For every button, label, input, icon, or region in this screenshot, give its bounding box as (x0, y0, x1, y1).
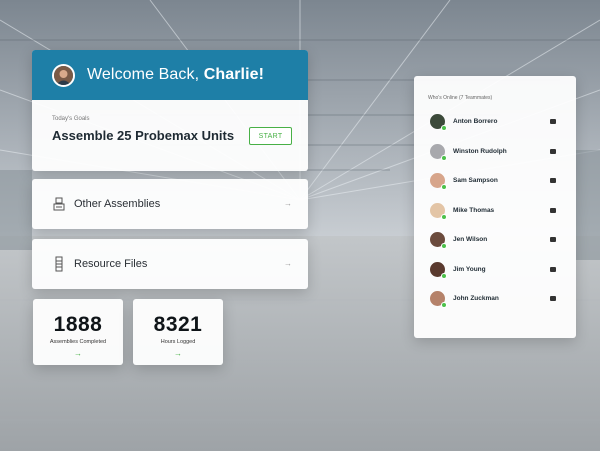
goals-section: Today's Goals Assemble 25 Probemax Units… (32, 100, 308, 145)
member-name: Winston Rudolph (453, 147, 507, 155)
arrow-right-icon: → (284, 259, 292, 268)
online-status-icon (441, 243, 447, 250)
online-status-icon (441, 302, 447, 309)
chat-icon[interactable] (550, 266, 556, 272)
chat-icon[interactable] (550, 178, 556, 183)
assembly-icon (52, 196, 66, 212)
arrow-right-icon: → (74, 349, 82, 358)
chat-icon[interactable] (550, 148, 556, 154)
list-item[interactable]: Sam Sampson (414, 166, 576, 196)
start-button[interactable]: START (249, 127, 292, 145)
goals-label: Today's Goals (52, 116, 90, 122)
welcome-title: Welcome Back, Charlie! (87, 66, 264, 84)
arrow-right-icon: → (284, 199, 292, 208)
chat-icon[interactable] (550, 237, 556, 242)
member-avatar (430, 114, 447, 132)
list-item[interactable]: Jim Young (414, 255, 576, 285)
online-status-icon (441, 272, 447, 279)
stat-card-hours[interactable]: 8321 Hours Logged → (133, 299, 223, 365)
member-list: Anton Borrero Winston Rudolph Sam Sampso… (414, 107, 576, 314)
stat-value: 1888 (53, 313, 103, 336)
user-avatar[interactable] (52, 63, 75, 87)
list-item[interactable]: Mike Thomas (414, 196, 576, 226)
user-avatar-icon (54, 65, 73, 85)
stat-value: 8321 (153, 313, 203, 336)
resource-files-card[interactable]: Resource Files → (32, 239, 308, 289)
chat-icon[interactable] (550, 296, 556, 301)
member-avatar (430, 261, 447, 279)
welcome-greeting: Welcome Back, (87, 66, 200, 83)
welcome-header: Welcome Back, Charlie! (32, 50, 308, 100)
online-status-icon (441, 154, 447, 161)
user-name: Charlie! (203, 66, 265, 83)
other-assemblies-card[interactable]: Other Assemblies → (32, 179, 308, 229)
member-avatar (430, 232, 447, 250)
member-avatar (430, 291, 447, 309)
member-avatar (430, 143, 447, 161)
member-name: Jim Young (453, 265, 486, 273)
member-name: John Zuckman (453, 295, 499, 303)
arrow-right-icon: → (174, 349, 182, 358)
chat-icon[interactable] (550, 119, 556, 124)
member-name: Anton Borrero (453, 118, 498, 126)
whos-online-panel: Who's Online (7 Teammates) Anton Borrero… (414, 76, 576, 338)
stat-caption: Hours Logged (160, 339, 196, 345)
list-item[interactable]: Winston Rudolph (414, 137, 576, 167)
member-avatar (430, 173, 447, 191)
member-avatar (430, 202, 447, 220)
whos-online-title: Who's Online (7 Teammates) (428, 95, 493, 101)
files-icon (52, 256, 66, 272)
chat-icon[interactable] (550, 207, 556, 213)
list-item[interactable]: Anton Borrero (414, 107, 576, 137)
other-assemblies-label: Other Assemblies (74, 198, 161, 210)
member-name: Mike Thomas (453, 206, 495, 214)
resource-files-label: Resource Files (74, 258, 148, 270)
stat-card-assemblies[interactable]: 1888 Assemblies Completed → (33, 299, 123, 365)
list-item[interactable]: Jen Wilson (414, 225, 576, 255)
member-name: Sam Sampson (453, 177, 498, 185)
online-status-icon (441, 213, 447, 220)
online-status-icon (441, 125, 447, 132)
stat-caption: Assemblies Completed (49, 339, 107, 345)
list-item[interactable]: John Zuckman (414, 284, 576, 314)
member-name: Jen Wilson (453, 236, 488, 244)
welcome-panel: Welcome Back, Charlie! Today's Goals Ass… (32, 50, 308, 171)
online-status-icon (441, 184, 447, 191)
